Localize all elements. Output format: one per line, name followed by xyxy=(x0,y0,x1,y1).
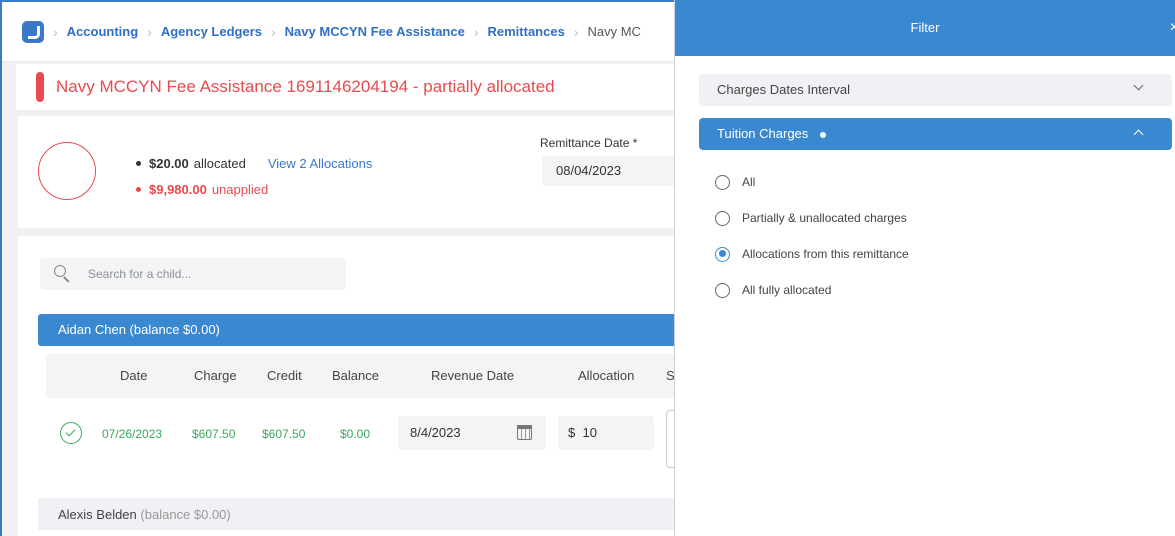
filter-title: Filter xyxy=(910,20,940,35)
tuition-charges-options: All Partially & unallocated charges Allo… xyxy=(715,164,909,308)
column-header-allocation: Allocation xyxy=(578,368,635,383)
title-bar: Navy MCCYN Fee Assistance 1691146204194 … xyxy=(16,64,678,110)
chevron-right-icon: › xyxy=(473,23,479,40)
allocation-input[interactable]: $ 10 xyxy=(558,416,654,450)
option-all-fully-allocated[interactable]: All fully allocated xyxy=(715,272,909,308)
summary-card: $20.00 allocated View 2 Allocations $9,9… xyxy=(18,116,678,228)
column-header-balance: Balance xyxy=(332,368,379,383)
filter-panel: Filter × Charges Dates Interval Tuition … xyxy=(674,0,1175,536)
view-allocations-link[interactable]: View 2 Allocations xyxy=(268,156,373,171)
row-balance: $0.00 xyxy=(340,427,371,441)
allocation-value: 10 xyxy=(582,425,597,440)
allocation-summary: $20.00 allocated View 2 Allocations $9,9… xyxy=(136,150,372,202)
allocated-row: $20.00 allocated View 2 Allocations xyxy=(136,150,372,176)
column-header-charge: Charge xyxy=(194,368,237,383)
search-icon xyxy=(54,265,72,283)
revenue-date-field[interactable]: 8/4/2023 xyxy=(398,416,546,450)
status-accent-bar xyxy=(36,72,44,102)
search-input[interactable] xyxy=(88,267,308,281)
close-icon[interactable]: × xyxy=(1170,0,1175,56)
option-allocations-from-remittance[interactable]: Allocations from this remittance xyxy=(715,236,909,272)
column-header-date: Date xyxy=(120,368,148,383)
bullet-icon xyxy=(136,160,141,166)
option-label: All xyxy=(742,175,756,189)
allocated-amount: $20.00 xyxy=(149,155,189,171)
breadcrumb: › Accounting › Agency Ledgers › Navy MCC… xyxy=(2,2,678,62)
allocation-progress-ring xyxy=(38,142,96,200)
remittance-date-label: Remittance Date * xyxy=(540,136,638,150)
revenue-date-value: 8/4/2023 xyxy=(410,425,461,440)
chevron-right-icon: › xyxy=(271,23,276,40)
calendar-icon[interactable] xyxy=(517,425,532,440)
option-partially-unallocated[interactable]: Partially & unallocated charges xyxy=(715,200,909,236)
radio-all[interactable] xyxy=(715,174,730,190)
row-credit: $607.50 xyxy=(262,427,306,441)
option-label: Allocations from this remittance xyxy=(742,247,909,261)
tuition-charges-accordion[interactable]: Tuition Charges xyxy=(699,118,1172,150)
child-name: Alexis Belden xyxy=(58,507,137,522)
row-charge: $607.50 xyxy=(192,427,236,441)
search-box[interactable] xyxy=(40,258,346,290)
currency-symbol: $ xyxy=(568,425,576,440)
chevron-right-icon: › xyxy=(147,23,152,40)
charges-dates-interval-accordion[interactable]: Charges Dates Interval xyxy=(699,74,1172,106)
breadcrumb-current: Navy MC xyxy=(587,24,641,39)
child-group-header-alexis-belden[interactable]: Alexis Belden (balance $0.00) xyxy=(38,498,678,530)
option-all[interactable]: All xyxy=(715,164,909,200)
child-group-header-aidan-chen[interactable]: Aidan Chen (balance $0.00) xyxy=(38,314,678,346)
child-balance: (balance $0.00) xyxy=(140,507,231,522)
breadcrumb-agency-ledgers[interactable]: Agency Ledgers xyxy=(161,24,262,39)
row-date: 07/26/2023 xyxy=(102,427,163,441)
breadcrumb-accounting[interactable]: Accounting xyxy=(67,24,139,39)
chevron-right-icon: › xyxy=(573,23,579,40)
breadcrumb-navy-mccyn[interactable]: Navy MCCYN Fee Assistance xyxy=(285,24,465,39)
option-label: All fully allocated xyxy=(742,283,832,297)
unapplied-row: $9,980.00 unapplied xyxy=(136,176,372,202)
remittance-date-field[interactable]: 08/04/2023 xyxy=(542,156,678,186)
column-header-revenue-date: Revenue Date xyxy=(431,368,515,383)
chevron-right-icon: › xyxy=(53,23,58,40)
page-title: Navy MCCYN Fee Assistance 1691146204194 … xyxy=(56,77,555,96)
filter-header: Filter × xyxy=(675,0,1175,56)
charges-dates-label: Charges Dates Interval xyxy=(717,82,850,97)
radio-allocations-from-remittance[interactable] xyxy=(715,246,730,262)
charges-card: Aidan Chen (balance $0.00) Date Charge C… xyxy=(18,236,680,536)
chevron-up-icon xyxy=(1133,129,1144,140)
breadcrumb-remittances[interactable]: Remittances xyxy=(488,24,565,39)
table-row: 07/26/2023 $607.50 $607.50 $0.00 8/4/202… xyxy=(46,408,680,468)
bullet-icon xyxy=(136,186,141,192)
active-filter-dot-icon xyxy=(819,131,826,138)
check-circle-icon xyxy=(60,422,82,444)
option-label: Partially & unallocated charges xyxy=(742,211,907,225)
radio-partially-unallocated[interactable] xyxy=(715,210,730,226)
unapplied-amount: $9,980.00 xyxy=(149,181,207,197)
main-page: › Accounting › Agency Ledgers › Navy MCC… xyxy=(0,0,680,536)
unapplied-label: unapplied xyxy=(211,181,269,197)
allocated-label: allocated xyxy=(193,155,246,171)
column-header-credit: Credit xyxy=(267,368,302,383)
home-logo-icon[interactable] xyxy=(22,20,44,43)
tuition-charges-label: Tuition Charges xyxy=(717,126,809,141)
radio-all-fully-allocated[interactable] xyxy=(715,282,730,298)
chevron-down-icon xyxy=(1133,80,1144,91)
table-header: Date Charge Credit Balance Revenue Date … xyxy=(46,354,678,398)
